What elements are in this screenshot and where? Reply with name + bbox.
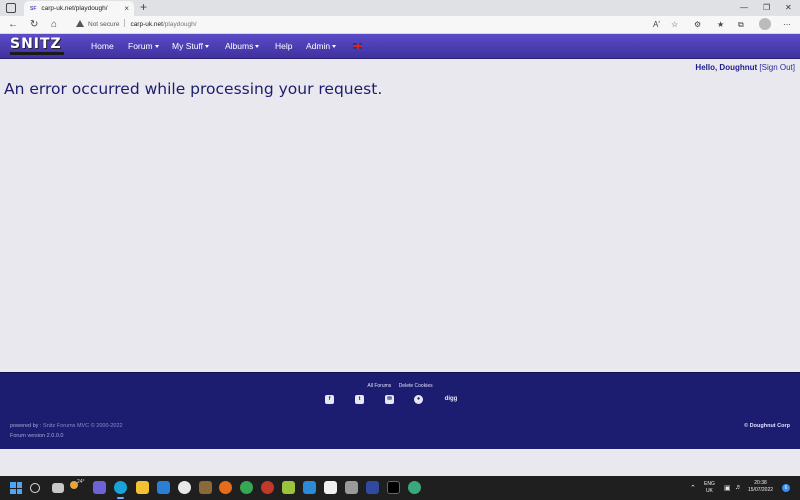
nav-my-stuff[interactable]: My Stuff <box>172 34 210 59</box>
app-icon[interactable] <box>366 481 379 494</box>
firefox-icon[interactable] <box>219 481 232 494</box>
favorites-add-icon[interactable]: ☆ <box>671 19 678 31</box>
app-icon[interactable] <box>261 481 274 494</box>
all-forums-link[interactable]: All Forums <box>367 383 391 389</box>
back-icon[interactable]: ← <box>8 18 18 32</box>
volume-icon[interactable]: ♬ <box>735 484 742 491</box>
file-explorer-icon[interactable] <box>136 481 149 494</box>
home-icon[interactable]: ⌂ <box>51 18 57 32</box>
powered-by: powered by : Snitz Forums MVC © 2000-202… <box>10 423 123 429</box>
notification-badge[interactable]: 6 <box>782 484 790 492</box>
nav-forum[interactable]: Forum <box>128 34 159 59</box>
chrome-icon[interactable] <box>240 481 253 494</box>
minimize-icon[interactable]: — <box>740 0 748 15</box>
facebook-icon[interactable]: f <box>325 395 334 404</box>
browser-toolbar: ← ↻ ⌂ Not secure carp-uk.net/playdough/ A… <box>0 16 800 34</box>
uk-flag-icon[interactable] <box>353 43 362 49</box>
copyright: © Doughnut Corp <box>744 423 790 429</box>
twitter-icon[interactable]: t <box>355 395 364 404</box>
app-icon[interactable] <box>408 481 421 494</box>
refresh-icon[interactable]: ↻ <box>30 18 38 32</box>
photos-icon[interactable] <box>282 481 295 494</box>
nav-home[interactable]: Home <box>91 34 114 59</box>
read-aloud-icon[interactable]: A′ <box>653 19 660 31</box>
snitz-link[interactable]: Snitz Forums MVC © 2000-2022 <box>43 423 123 429</box>
chevron-down-icon <box>205 45 210 48</box>
email-icon[interactable]: ✉ <box>385 395 394 404</box>
app-icon[interactable] <box>303 481 316 494</box>
greeting-text: Hello, Doughnut <box>695 63 758 72</box>
browser-tab[interactable]: SF carp-uk.net/playdough/ × <box>24 1 134 16</box>
chevron-down-icon <box>154 45 159 48</box>
chevron-up-icon[interactable]: ⌃ <box>690 484 696 492</box>
app-icon[interactable] <box>199 481 212 494</box>
close-tab-icon[interactable]: × <box>124 1 129 16</box>
weather-temp: 24° <box>77 479 85 485</box>
site-favicon-icon: SF <box>30 6 37 12</box>
chevron-down-icon <box>255 45 260 48</box>
digg-icon[interactable]: digg <box>444 395 458 404</box>
more-icon[interactable]: ⋯ <box>783 19 791 31</box>
sign-out-link[interactable]: [Sign Out] <box>759 63 795 72</box>
user-greeting: Hello, Doughnut [Sign Out] <box>695 63 795 72</box>
tab-title: carp-uk.net/playdough/ <box>41 5 108 12</box>
footer-links: All Forums Delete Cookies <box>0 383 800 389</box>
collections-icon[interactable]: ⧉ <box>738 19 744 31</box>
tab-actions-icon[interactable] <box>6 3 16 13</box>
browser-tabstrip: SF carp-uk.net/playdough/ × + — ❐ ✕ <box>0 0 800 16</box>
favorites-icon[interactable]: ★ <box>717 19 724 31</box>
notepad-icon[interactable] <box>324 481 337 494</box>
profile-icon[interactable] <box>759 18 771 30</box>
restore-icon[interactable]: ❐ <box>763 0 770 15</box>
task-view-icon[interactable] <box>52 483 64 493</box>
edge-icon[interactable] <box>114 481 127 499</box>
terminal-icon[interactable] <box>387 481 400 494</box>
url-host: carp-uk.net <box>130 21 163 28</box>
teams-icon[interactable] <box>93 481 106 494</box>
delete-cookies-link[interactable]: Delete Cookies <box>399 383 433 389</box>
site-footer: All Forums Delete Cookies f t ✉ ● digg p… <box>0 372 800 449</box>
close-window-icon[interactable]: ✕ <box>785 0 792 15</box>
security-label: Not secure <box>88 21 120 28</box>
not-secure-icon <box>76 20 84 27</box>
camera-icon[interactable] <box>345 481 358 494</box>
mail-icon[interactable] <box>157 481 170 494</box>
forum-version: Forum version 2.0.0.0 <box>10 433 64 439</box>
chevron-down-icon <box>332 45 337 48</box>
new-tab-button[interactable]: + <box>140 0 147 15</box>
nav-albums[interactable]: Albums <box>225 34 260 59</box>
address-bar[interactable]: Not secure carp-uk.net/playdough/ <box>72 18 652 31</box>
site-logo[interactable]: SNITZ <box>10 37 66 55</box>
error-message: An error occurred while processing your … <box>4 80 383 98</box>
site-navbar: SNITZ Home Forum My Stuff Albums Help Ad… <box>0 34 800 59</box>
reddit-icon[interactable]: ● <box>414 395 423 404</box>
search-icon[interactable] <box>30 483 40 493</box>
itunes-icon[interactable] <box>178 481 191 494</box>
nav-admin[interactable]: Admin <box>306 34 337 59</box>
extensions-icon[interactable]: ⚙ <box>694 19 701 31</box>
nav-help[interactable]: Help <box>275 34 292 59</box>
url-path: /playdough/ <box>162 21 197 28</box>
language-indicator[interactable]: ENG UK <box>704 481 715 495</box>
taskbar: 24° ⌃ ENG UK ▣ ♬ 20:38 15/07/2022 6 <box>0 476 800 500</box>
system-clock[interactable]: 20:38 15/07/2022 <box>748 480 773 494</box>
display-icon[interactable]: ▣ <box>724 484 731 492</box>
start-button[interactable] <box>10 482 22 494</box>
